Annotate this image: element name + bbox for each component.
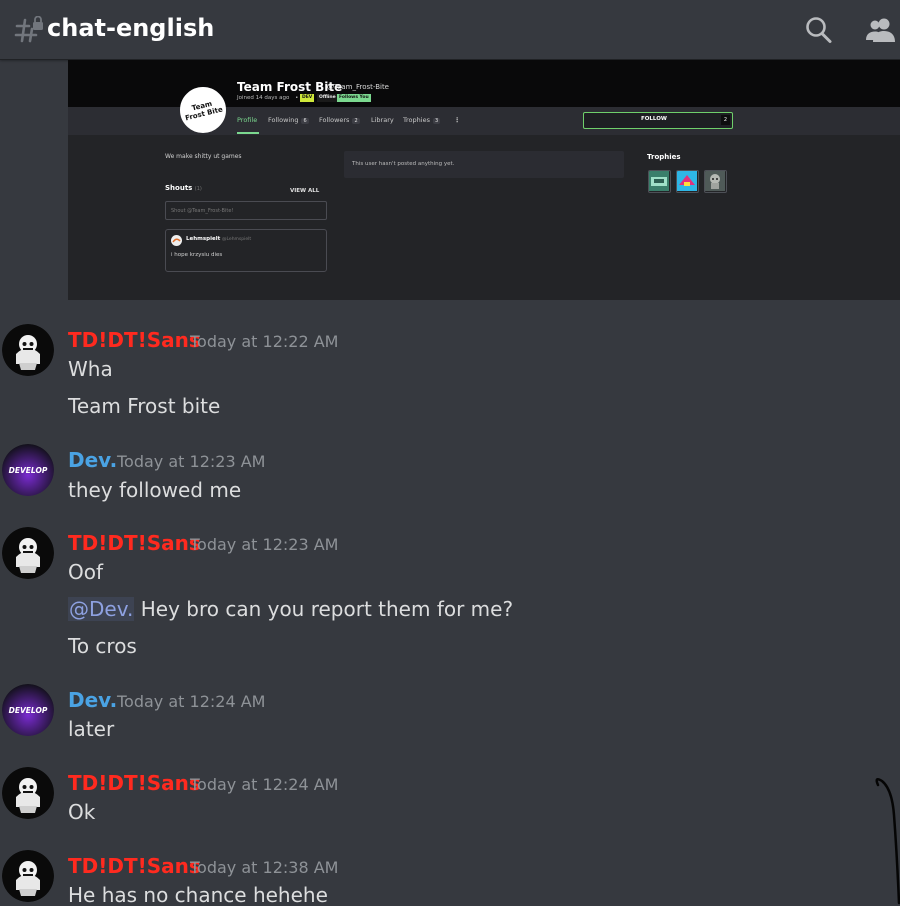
dev-badge: DEV — [300, 94, 315, 102]
offline-badge: Offline — [317, 94, 338, 102]
timestamp: Today at 12:24 AM — [190, 775, 339, 794]
message-text: Wha — [68, 357, 113, 381]
follow-button[interactable]: FOLLOW 2 — [583, 112, 733, 129]
tab-followers[interactable]: Followers 2 — [319, 116, 360, 124]
tab-profile[interactable]: Profile — [237, 116, 257, 124]
tab-library[interactable]: Library — [371, 116, 394, 124]
channel-header: chat-english — [0, 0, 900, 60]
avatar[interactable] — [2, 324, 54, 376]
profile-bio: We make shitty ut games — [165, 153, 242, 160]
message-group: TD!DT!Sans Today at 12:38 AM He has no c… — [0, 848, 900, 906]
empty-posts-text: This user hasn't posted anything yet. — [352, 161, 455, 167]
shout-text: i hope krzysiu dies — [171, 252, 223, 258]
avatar[interactable] — [2, 850, 54, 902]
embedded-profile-screenshot[interactable]: Team Frost Bite Team Frost Bite @Team_Fr… — [68, 60, 900, 300]
trophy-badge-1[interactable] — [648, 170, 671, 193]
avatar[interactable]: DEVELOP — [2, 684, 54, 736]
timestamp: Today at 12:23 AM — [117, 452, 266, 471]
username[interactable]: TD!DT!Sans — [68, 771, 201, 795]
message-text: they followed me — [68, 478, 242, 502]
avatar[interactable]: DEVELOP — [2, 444, 54, 496]
follow-count: 2 — [721, 115, 730, 125]
shout-author-avatar — [171, 235, 182, 246]
active-tab-indicator — [237, 132, 259, 134]
message-group: TD!DT!Sans Today at 12:23 AM Oof @Dev. H… — [0, 525, 900, 665]
message-group: TD!DT!Sans Today at 12:22 AM Wha Team Fr… — [0, 322, 900, 432]
locked-hash-icon — [14, 16, 43, 43]
drawn-stroke — [875, 777, 900, 905]
posts-panel: This user hasn't posted anything yet. — [344, 151, 624, 178]
message-group: DEVELOP Dev. Today at 12:24 AM later — [0, 682, 900, 744]
timestamp: Today at 12:24 AM — [117, 692, 266, 711]
shout-card: Lehmspielt @Lehmspielt i hope krzysiu di… — [165, 229, 327, 272]
username[interactable]: TD!DT!Sans — [68, 531, 201, 555]
username[interactable]: TD!DT!Sans — [68, 854, 201, 878]
follows-you-badge: Follows You — [337, 94, 371, 102]
channel-name: chat-english — [47, 14, 215, 42]
shout-author: Lehmspielt — [186, 236, 221, 242]
shouts-heading: Shouts (1) — [165, 184, 202, 192]
username[interactable]: Dev. — [68, 688, 117, 712]
tab-trophies[interactable]: Trophies 3 — [403, 116, 441, 124]
trophy-badge-3[interactable] — [704, 170, 727, 193]
more-options-icon[interactable]: ⋮ — [454, 116, 461, 124]
trophy-badge-2[interactable] — [676, 170, 699, 193]
message-group: DEVELOP Dev. Today at 12:23 AM they foll… — [0, 442, 900, 504]
profile-handle: @Team_Frost-Bite — [327, 83, 389, 91]
shout-author-handle: @Lehmspielt — [222, 237, 252, 242]
profile-avatar: Team Frost Bite — [180, 87, 226, 133]
timestamp: Today at 12:22 AM — [190, 332, 339, 351]
message-group: TD!DT!Sans Today at 12:24 AM Ok — [0, 765, 900, 827]
message-text: To cros — [68, 634, 137, 658]
message-text: later — [68, 717, 115, 741]
view-all-link[interactable]: VIEW ALL — [290, 188, 319, 194]
avatar[interactable] — [2, 767, 54, 819]
message-text: @Dev. Hey bro can you report them for me… — [68, 597, 514, 621]
message-text: Oof — [68, 560, 104, 584]
svg-text:DEVELOP: DEVELOP — [9, 706, 48, 715]
user-mention[interactable]: @Dev. — [68, 597, 135, 621]
svg-text:DEVELOP: DEVELOP — [9, 466, 48, 475]
username[interactable]: Dev. — [68, 448, 117, 472]
shout-input[interactable]: Shout @Team_Frost-Bite! — [165, 201, 327, 220]
trophies-heading: Trophies — [647, 153, 681, 161]
timestamp: Today at 12:38 AM — [190, 858, 339, 877]
message-text: He has no chance hehehe — [68, 883, 328, 906]
profile-joined: Joined 14 days ago • — [237, 95, 299, 101]
avatar[interactable] — [2, 527, 54, 579]
username[interactable]: TD!DT!Sans — [68, 328, 201, 352]
search-icon[interactable] — [802, 14, 836, 46]
members-icon[interactable] — [864, 14, 898, 46]
tab-following[interactable]: Following 6 — [268, 116, 309, 124]
timestamp: Today at 12:23 AM — [190, 535, 339, 554]
message-text: Team Frost bite — [68, 394, 221, 418]
message-text: Ok — [68, 800, 96, 824]
